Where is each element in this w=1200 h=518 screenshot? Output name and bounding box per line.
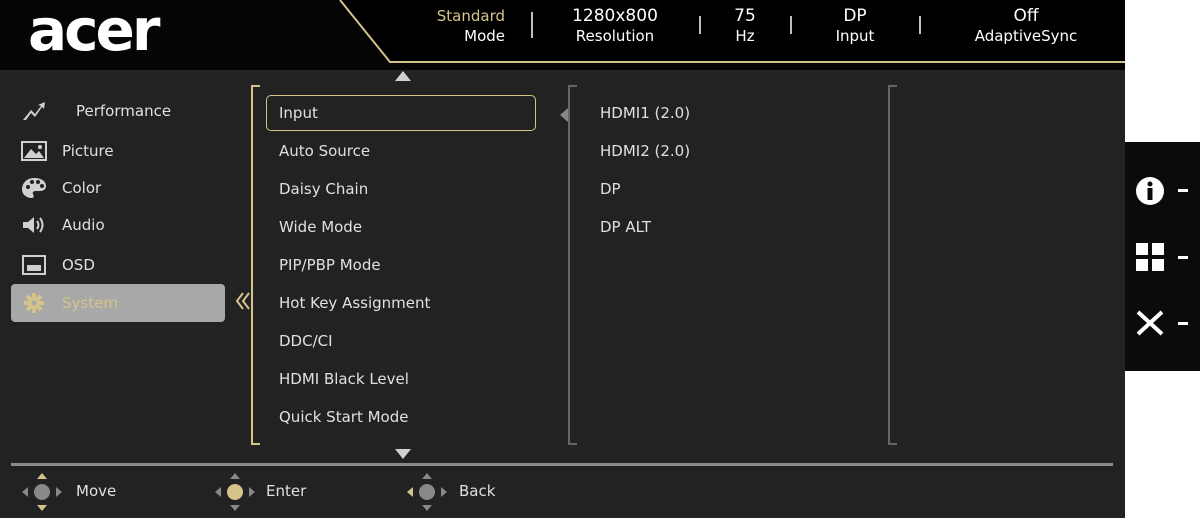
submenu-item-input[interactable]: Input (279, 103, 318, 123)
status-resolution-value: 1280x800 (572, 6, 658, 26)
status-divider (699, 16, 701, 34)
status-mode-value: Standard (436, 7, 505, 25)
menu-item-label: OSD (62, 256, 95, 274)
gear-icon (21, 292, 47, 314)
status-adaptivesync-value: Off (1013, 6, 1039, 26)
hotkey-dash (1178, 256, 1188, 259)
close-icon[interactable] (1136, 310, 1164, 336)
hint-enter-label: Enter (266, 482, 307, 500)
menu-item-color[interactable]: Color (11, 169, 225, 207)
submenu-item-auto-source[interactable]: Auto Source (279, 141, 370, 161)
osd-window: acer Standard Mode 1280x800 Resolution 7… (0, 0, 1125, 518)
submenu-item-daisy-chain[interactable]: Daisy Chain (279, 179, 368, 199)
menu-item-audio[interactable]: Audio (11, 206, 225, 244)
input-option-dp[interactable]: DP (600, 179, 621, 199)
input-option-hdmi1[interactable]: HDMI1 (2.0) (600, 103, 690, 123)
status-bar: acer Standard Mode 1280x800 Resolution 7… (0, 0, 1125, 70)
menu-item-label: System (62, 294, 118, 312)
menu-item-label: Audio (62, 216, 105, 234)
submenu-bracket (251, 85, 260, 445)
performance-icon (21, 100, 47, 122)
hotkey-dash (1178, 322, 1188, 325)
status-refresh: 75 Hz (715, 6, 775, 46)
menu-item-system[interactable]: System (11, 284, 225, 322)
hotkey-dash (1178, 189, 1188, 192)
submenu-item-pip-pbp-mode[interactable]: PIP/PBP Mode (279, 255, 381, 275)
status-resolution-label: Resolution (575, 27, 655, 45)
values-bracket-right (888, 85, 897, 445)
palette-icon (21, 177, 47, 199)
hint-back-label: Back (459, 482, 496, 500)
submenu-item-hdmi-black-level[interactable]: HDMI Black Level (279, 369, 409, 389)
acer-logo: acer (28, 4, 164, 58)
status-resolution: 1280x800 Resolution (550, 6, 680, 46)
submenu-item-wide-mode[interactable]: Wide Mode (279, 217, 362, 237)
menu-item-osd[interactable]: OSD (11, 246, 225, 284)
scroll-up-arrow-icon[interactable] (394, 70, 412, 82)
bottom-divider (11, 463, 1113, 466)
osd-icon (21, 254, 47, 276)
joystick-back-icon (407, 473, 447, 511)
menu-item-performance[interactable]: Performance (11, 92, 225, 130)
submenu-item-hot-key-assignment[interactable]: Hot Key Assignment (279, 293, 430, 313)
menu-item-label: Picture (62, 142, 114, 160)
status-refresh-value: 75 (734, 6, 756, 26)
status-mode-label: Mode (464, 27, 505, 45)
status-divider (919, 16, 921, 34)
menu-item-label: Performance (76, 102, 172, 120)
status-divider (790, 16, 792, 34)
status-refresh-label: Hz (735, 27, 755, 45)
info-icon[interactable] (1135, 176, 1165, 206)
joystick-move-icon (22, 473, 62, 511)
status-mode: Standard Mode (425, 6, 515, 46)
status-divider (531, 12, 533, 38)
submenu-item-quick-start-mode[interactable]: Quick Start Mode (279, 407, 408, 427)
menu-item-picture[interactable]: Picture (11, 132, 225, 170)
submenu-item-ddc-ci[interactable]: DDC/CI (279, 331, 333, 351)
value-pointer-icon (560, 108, 568, 122)
joystick-enter-icon (215, 473, 255, 511)
acer-logo-text: acer (28, 4, 161, 58)
menu-grid-icon[interactable] (1136, 243, 1164, 271)
status-adaptivesync: Off AdaptiveSync (960, 6, 1092, 46)
input-option-dp-alt[interactable]: DP ALT (600, 217, 651, 237)
scroll-down-arrow-icon[interactable] (394, 448, 412, 460)
input-option-hdmi2[interactable]: HDMI2 (2.0) (600, 141, 690, 161)
hint-move-label: Move (76, 482, 117, 500)
menu-item-label: Color (62, 179, 102, 197)
status-input-value: DP (843, 6, 867, 26)
status-adaptivesync-label: AdaptiveSync (974, 27, 1078, 45)
picture-icon (21, 140, 47, 162)
status-input-label: Input (835, 27, 875, 45)
values-bracket-left (568, 85, 577, 445)
speaker-icon (21, 214, 47, 236)
status-input: DP Input (820, 6, 890, 46)
